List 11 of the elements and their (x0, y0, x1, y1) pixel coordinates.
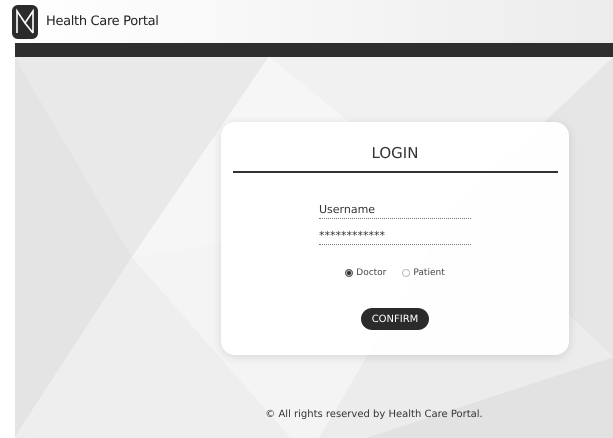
role-label: Patient (413, 266, 445, 280)
confirm-button[interactable]: CONFIRM (361, 308, 429, 330)
logo-icon (12, 4, 38, 38)
radio-button[interactable] (345, 269, 354, 278)
login-title: LOGIN (372, 143, 418, 164)
site-title: Health Care Portal (46, 12, 159, 31)
password-field[interactable]: ************ (319, 226, 471, 244)
copyright-text: © All rights reserved by Health Care Portal. (265, 408, 483, 422)
radio-button[interactable] (402, 269, 410, 278)
role-label: Doctor (356, 266, 386, 280)
username-field[interactable]: Username (319, 200, 471, 218)
